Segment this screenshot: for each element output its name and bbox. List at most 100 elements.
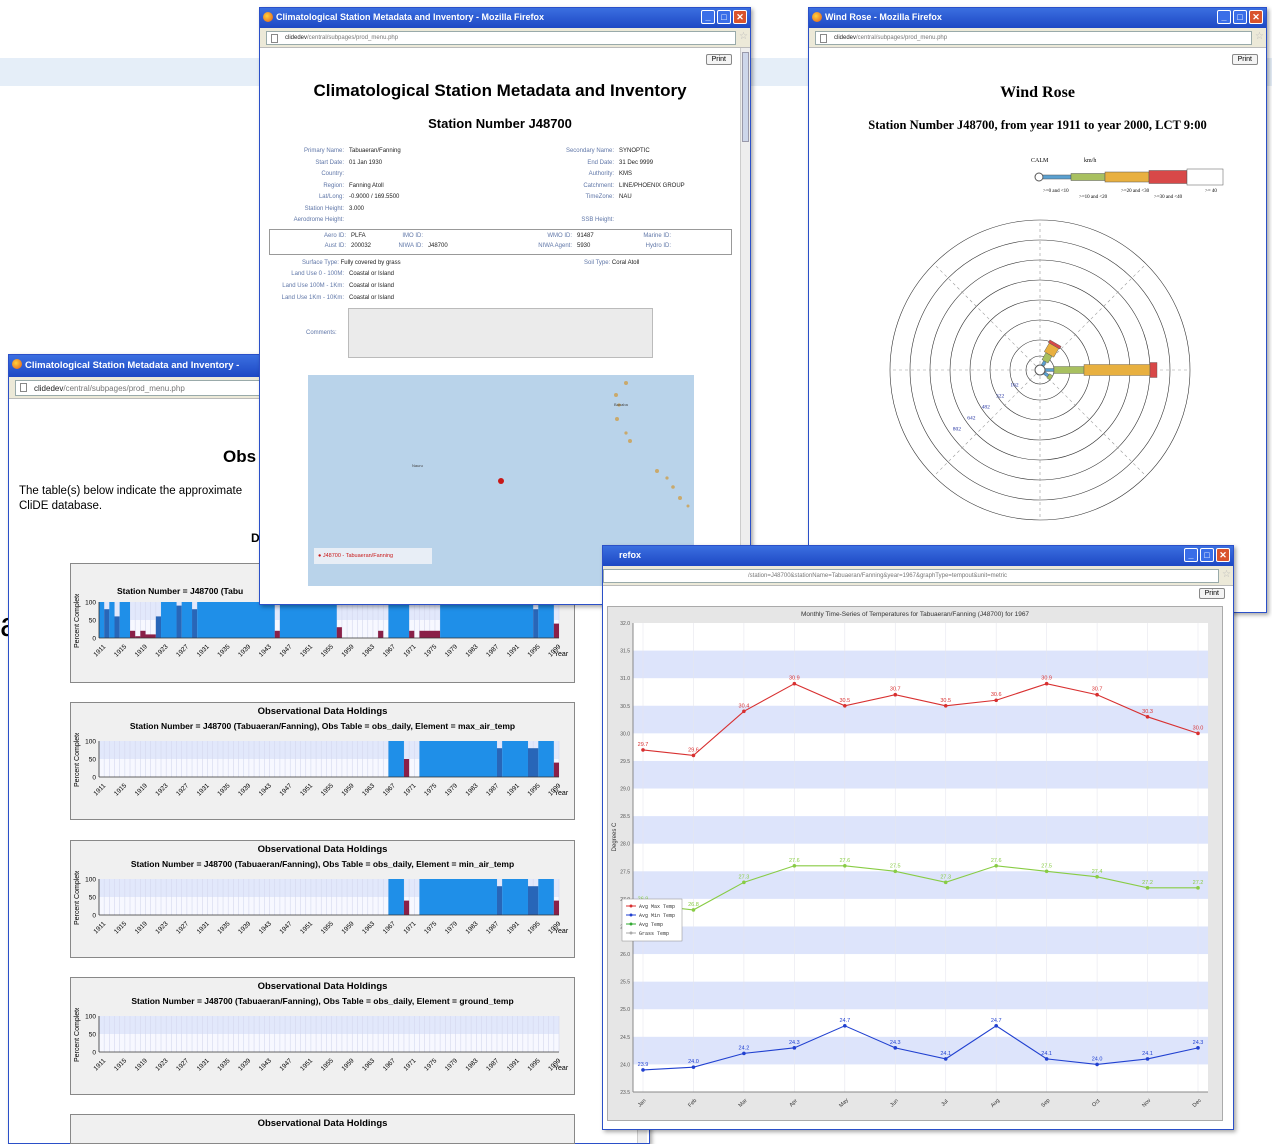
data-label: 23.9 [638,1062,649,1068]
x-tick-label: 1951 [299,1057,314,1072]
metadata-url-input[interactable]: clidedev/central/subpages/prod_menu.php [266,31,736,45]
obs-intro-line1: The table(s) below indicate the approxim… [19,485,243,497]
x-tick-label: Feb [687,1098,698,1109]
y-tick-label: 100 [85,1014,96,1021]
id-label: WMO ID: [547,233,572,239]
x-tick-label: Jan [637,1098,648,1109]
holdings-bar [419,879,497,915]
metadata-heading: Climatological Station Metadata and Inve… [313,81,687,100]
wind-rose-print-button[interactable]: Print [1231,54,1258,65]
x-tick-label: 1971 [402,920,417,935]
wind-rose-titlebar[interactable]: Wind Rose - Mozilla Firefox _ □ ✕ [809,8,1266,28]
data-label: 27.3 [940,874,951,880]
maximize-icon[interactable]: □ [1233,10,1247,24]
left-field-label: Lat/Long: [318,194,344,200]
data-label: 24.0 [1092,1056,1103,1062]
x-tick-label: Nov [1141,1098,1152,1109]
right-field-value: 31 Dec 9999 [619,159,654,166]
y-tick-label: 31.0 [620,676,630,682]
data-label: 24.1 [1142,1051,1153,1057]
right-field-value: LINE/PHOENIX GROUP [619,182,685,189]
y-tick-label: 28.5 [620,814,630,820]
holdings-bar-chart: 100 50 0 Percent Complete 1911 1915 1919 1923 19… [74,1008,569,1073]
temperature-print-button[interactable]: Print [1198,588,1225,599]
right-field-value: SYNOPTIC [619,148,650,154]
legend-bin [1148,170,1188,184]
legend-bin [1070,173,1106,181]
panel-title: Observational Data Holdings [257,706,388,717]
x-tick-label: 1971 [402,643,417,658]
legend-label: Avg Max Temp [639,904,675,910]
data-point [1145,715,1150,719]
bookmark-star-icon[interactable]: ☆ [1222,569,1231,580]
x-tick-label: 1927 [175,1057,190,1072]
temperature-titlebar[interactable]: refox _ □ ✕ [603,546,1233,566]
bookmark-star-icon[interactable]: ☆ [1255,31,1264,42]
metadata-print-button[interactable]: Print [705,54,732,65]
close-icon[interactable]: ✕ [733,10,747,24]
legend-marker [629,922,633,926]
holdings-bar [502,741,528,777]
x-tick-label: 1955 [320,643,335,658]
data-label: 27.4 [1092,869,1103,875]
id-label: Aust ID: [324,243,346,249]
x-tick-label: 1967 [382,920,397,935]
x-tick-label: 1975 [423,643,438,658]
close-icon[interactable]: ✕ [1249,10,1263,24]
data-label: 27.2 [1193,880,1204,886]
firefox-icon [263,12,273,22]
station-marker[interactable] [498,478,504,484]
rose-petal-segment [1083,364,1151,376]
close-icon[interactable]: ✕ [1216,548,1230,562]
y-tick-label: 0 [92,1050,96,1057]
comments-textarea[interactable] [348,308,653,358]
x-tick-label: Mar [738,1098,749,1109]
id-label: IMO ID: [402,233,423,239]
left-field-value: -0.9000 / 169.5500 [349,194,400,200]
landuse-value: Coastal or Island [349,271,395,277]
data-point [691,908,696,912]
metadata-window-titlebar[interactable]: Climatological Station Metadata and Inve… [260,8,750,28]
x-tick-label: 1947 [278,920,293,935]
holdings-bar [502,879,528,915]
bookmark-star-icon[interactable]: ☆ [739,31,748,42]
data-label: 29.6 [688,747,699,753]
holdings-bar [553,762,559,777]
rose-calm-center [1034,364,1046,376]
holdings-bar [336,627,342,638]
data-label: 27.2 [1142,880,1153,886]
maximize-icon[interactable]: □ [717,10,731,24]
holdings-bar [538,602,554,638]
x-tick-label: 1931 [196,1057,211,1072]
minimize-icon[interactable]: _ [701,10,715,24]
metadata-scroll-thumb[interactable] [742,52,749,142]
x-axis-label: Year [554,1065,569,1072]
right-field-value: KMS [619,171,633,177]
y-tick-label: 50 [89,618,97,625]
wind-rose-url-input[interactable]: clidedev/central/subpages/prod_menu.php [815,31,1252,45]
y-tick-label: 28.0 [620,842,630,848]
x-tick-label: 1987 [485,782,500,797]
data-label: 30.0 [1193,725,1204,731]
wind-rose-title: Wind Rose [1000,84,1075,101]
metadata-scrollbar[interactable] [740,48,750,604]
x-tick-label: 1995 [527,1057,542,1072]
data-point [742,1051,746,1056]
x-tick-label: 1955 [320,782,335,797]
holdings-bar [130,630,136,638]
minimize-icon[interactable]: _ [1217,10,1231,24]
y-tick-label: 29.0 [620,787,630,793]
x-tick-label: 1931 [196,643,211,658]
data-label: 27.5 [1041,863,1052,869]
id-label: NIWA Agent: [538,243,572,249]
maximize-icon[interactable]: □ [1200,548,1214,562]
temperature-url-input[interactable]: /station=J48700&stationName=Tabuaeran/Fa… [603,569,1219,583]
data-point [691,753,696,758]
id-label: Aero ID: [323,233,346,239]
minimize-icon[interactable]: _ [1184,548,1198,562]
data-point [994,698,998,703]
y-axis-label: Percent Complete [74,594,81,648]
holdings-panel-min-air-temp: Observational Data Holdings Station Numb… [70,840,575,958]
temperature-url-bar: /station=J48700&stationName=Tabuaeran/Fa… [603,566,1233,586]
y-tick-label: 30.0 [620,731,630,737]
